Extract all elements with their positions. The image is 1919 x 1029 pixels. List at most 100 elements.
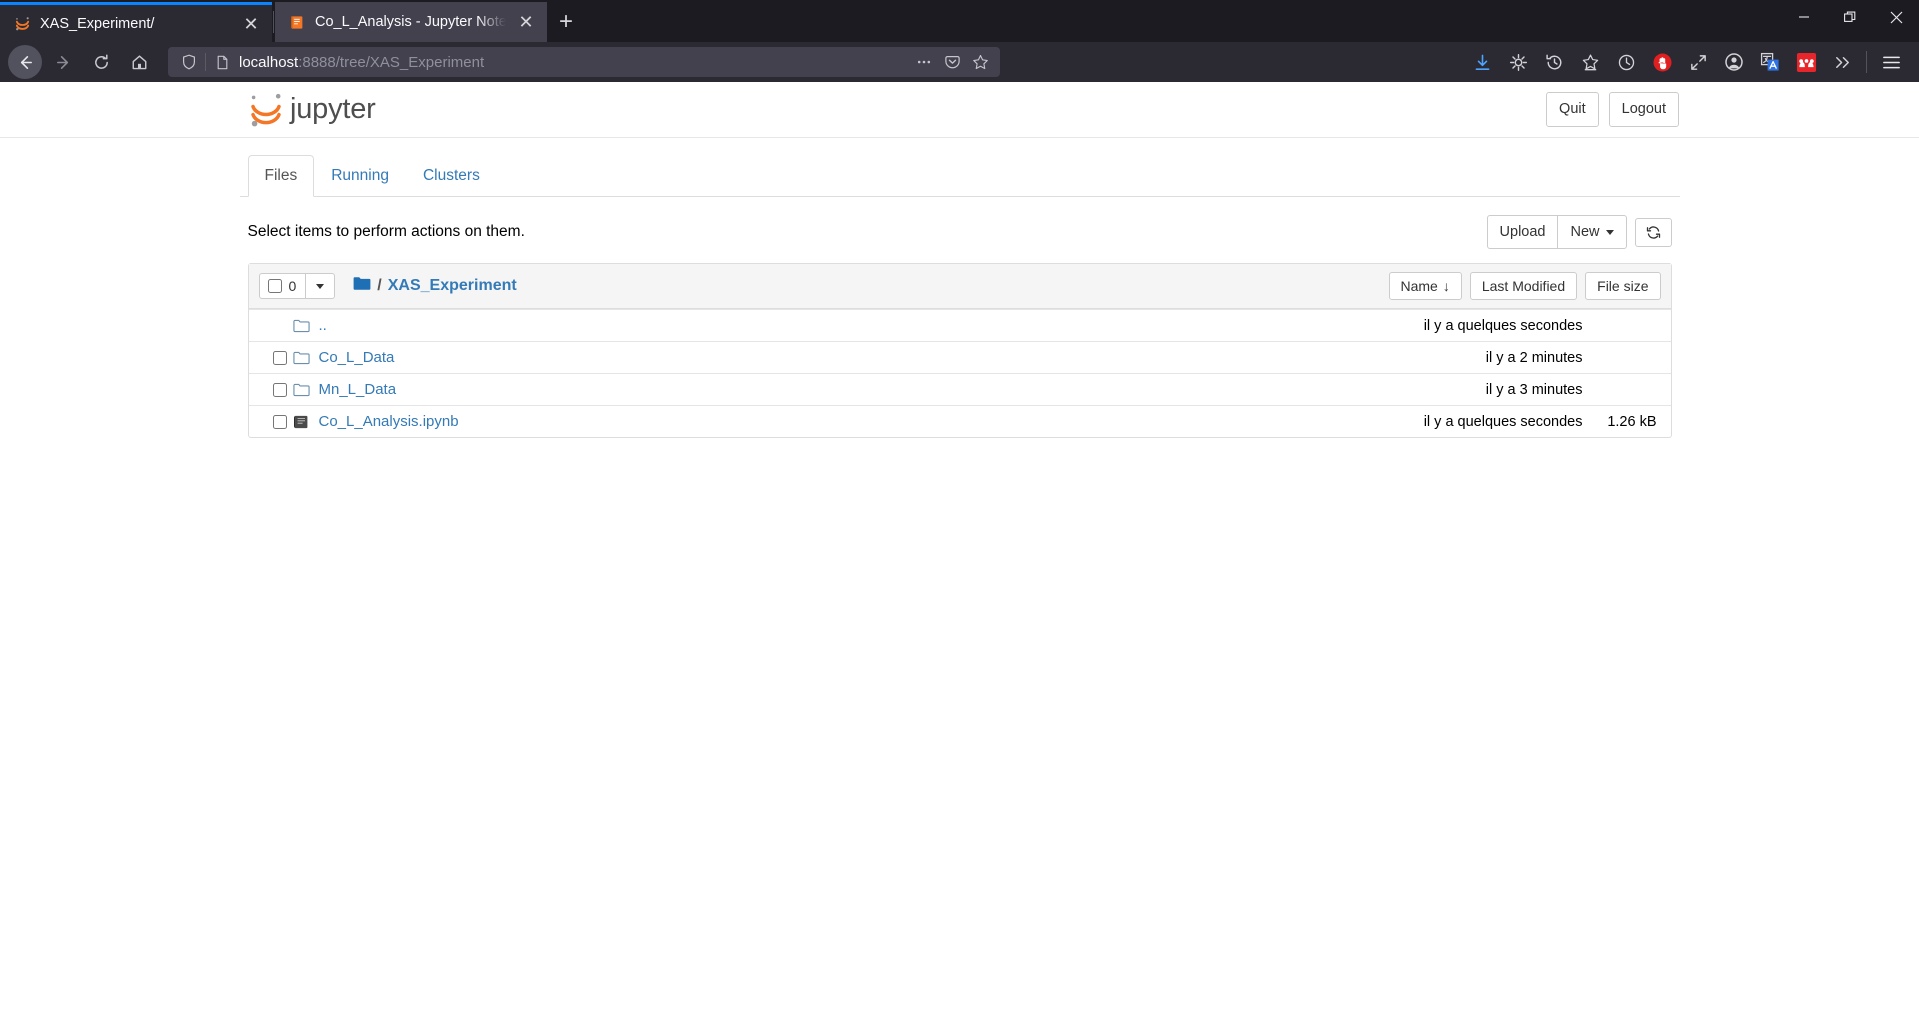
browser-tab-2-title: Co_L_Analysis - Jupyter Notebook xyxy=(315,14,506,30)
sort-desc-arrow-icon: ↓ xyxy=(1442,278,1450,295)
close-window-button[interactable] xyxy=(1873,0,1919,34)
bookmarks-icon[interactable] xyxy=(1572,46,1608,78)
breadcrumb-separator: / xyxy=(377,277,382,295)
sort-name-label: Name xyxy=(1400,278,1438,295)
folder-icon xyxy=(292,319,319,333)
breadcrumb: / XAS_Experiment xyxy=(353,276,517,296)
action-button-group: Upload New xyxy=(1486,215,1627,250)
row-checkbox[interactable] xyxy=(272,382,287,397)
file-name-link[interactable]: Mn_L_Data xyxy=(319,381,397,398)
clock-icon[interactable] xyxy=(1608,46,1644,78)
select-all-group: 0 xyxy=(258,273,336,300)
more-icon[interactable] xyxy=(910,49,938,75)
account-icon[interactable] xyxy=(1716,46,1752,78)
file-name-link[interactable]: .. xyxy=(319,317,327,334)
file-name-link[interactable]: Co_L_Analysis.ipynb xyxy=(319,413,459,430)
file-name-link[interactable]: Co_L_Data xyxy=(319,349,395,366)
table-row[interactable]: Mn_L_Data il y a 3 minutes xyxy=(248,373,1671,405)
file-list-container: 0 / XAS_Experiment Name ↓ Last Modified … xyxy=(247,263,1672,439)
jupyter-header: jupyter Quit Logout xyxy=(0,82,1919,138)
tab-files[interactable]: Files xyxy=(247,154,315,197)
select-all-dropdown-button[interactable] xyxy=(306,273,336,300)
row-checkbox[interactable] xyxy=(272,350,287,365)
jupyter-logo-text: jupyter xyxy=(290,93,376,125)
header-buttons: Quit Logout xyxy=(1546,92,1679,127)
url-actions xyxy=(910,49,994,75)
window-controls xyxy=(1781,0,1919,42)
history-icon[interactable] xyxy=(1536,46,1572,78)
upload-button[interactable]: Upload xyxy=(1486,215,1559,250)
jupyter-logo[interactable]: jupyter xyxy=(248,90,376,130)
forward-icon[interactable] xyxy=(46,45,80,79)
downloads-icon[interactable] xyxy=(1464,46,1500,78)
browser-tab-2[interactable]: Co_L_Analysis - Jupyter Notebook ✕ xyxy=(275,2,547,42)
folder-icon[interactable] xyxy=(353,276,371,296)
folder-icon xyxy=(292,351,319,365)
browser-tab-1-close-icon[interactable]: ✕ xyxy=(240,13,262,35)
minimize-button[interactable] xyxy=(1781,0,1827,34)
url-path: :8888/tree/XAS_Experiment xyxy=(298,53,485,71)
select-items-message: Select items to perform actions on them. xyxy=(247,223,525,241)
row-checkbox-cell[interactable] xyxy=(259,382,293,397)
folder-icon xyxy=(292,383,319,397)
new-button[interactable]: New xyxy=(1557,215,1627,250)
tab-clusters[interactable]: Clusters xyxy=(406,155,497,197)
notebook-icon xyxy=(289,14,306,31)
action-bar: Select items to perform actions on them.… xyxy=(240,197,1680,259)
tab-divider xyxy=(273,11,274,33)
row-checkbox[interactable] xyxy=(272,414,287,429)
browser-chrome: XAS_Experiment/ ✕ Co_L_Analysis - Jupyte… xyxy=(0,0,1919,82)
app-menu-icon[interactable] xyxy=(1873,46,1909,78)
breadcrumb-current[interactable]: XAS_Experiment xyxy=(388,277,517,295)
blocker-stop-icon[interactable] xyxy=(1644,46,1680,78)
jupyter-icon xyxy=(14,15,31,32)
home-icon[interactable] xyxy=(122,45,156,79)
url-bar[interactable]: localhost:8888/tree/XAS_Experiment xyxy=(168,47,1000,77)
table-row[interactable]: .. il y a quelques secondes xyxy=(248,309,1671,341)
sort-name-button[interactable]: Name ↓ xyxy=(1388,272,1462,301)
logout-button[interactable]: Logout xyxy=(1608,92,1679,127)
pocket-icon[interactable] xyxy=(938,49,966,75)
jupyter-logo-icon xyxy=(248,90,284,130)
browser-tab-1[interactable]: XAS_Experiment/ ✕ xyxy=(0,2,272,42)
file-list-toolbar: 0 / XAS_Experiment Name ↓ Last Modified … xyxy=(248,264,1671,310)
browser-tab-2-close-icon[interactable]: ✕ xyxy=(515,11,537,33)
reload-icon[interactable] xyxy=(84,45,118,79)
url-text[interactable]: localhost:8888/tree/XAS_Experiment xyxy=(235,54,910,71)
fullscreen-expand-icon[interactable] xyxy=(1680,46,1716,78)
select-all-checkbox-box[interactable]: 0 xyxy=(258,273,307,300)
toolbar-divider xyxy=(1866,51,1867,73)
row-checkbox-cell[interactable] xyxy=(259,414,293,429)
sort-filesize-button[interactable]: File size xyxy=(1585,272,1661,301)
translate-icon[interactable] xyxy=(1752,46,1788,78)
url-divider xyxy=(205,53,206,71)
quit-button[interactable]: Quit xyxy=(1546,92,1599,127)
shield-icon[interactable] xyxy=(176,49,202,75)
selected-count: 0 xyxy=(288,278,297,295)
restore-button[interactable] xyxy=(1827,0,1873,34)
navigation-bar: localhost:8888/tree/XAS_Experiment xyxy=(0,42,1919,82)
row-checkbox-cell[interactable] xyxy=(259,350,293,365)
new-button-label: New xyxy=(1570,224,1600,240)
refresh-button[interactable] xyxy=(1634,217,1672,247)
settings-gear-icon[interactable] xyxy=(1500,46,1536,78)
file-size: 1.26 kB xyxy=(1607,413,1657,430)
table-row[interactable]: Co_L_Data il y a 2 minutes xyxy=(248,341,1671,373)
file-modified: il y a quelques secondes xyxy=(1423,317,1583,334)
refresh-icon xyxy=(1646,225,1660,239)
chevron-down-icon xyxy=(316,283,325,289)
overflow-chevrons-icon[interactable] xyxy=(1824,46,1860,78)
url-host: localhost xyxy=(239,53,299,71)
select-all-checkbox[interactable] xyxy=(267,279,282,294)
table-row[interactable]: Co_L_Analysis.ipynb il y a quelques seco… xyxy=(248,405,1671,437)
jupyter-body: Files Running Clusters Select items to p… xyxy=(239,138,1680,439)
new-tab-button[interactable]: + xyxy=(547,4,585,40)
browser-toolbar-right xyxy=(1000,46,1911,78)
bookmark-star-icon[interactable] xyxy=(966,49,994,75)
mendeley-icon[interactable] xyxy=(1788,46,1824,78)
page-info-icon[interactable] xyxy=(209,49,235,75)
sort-modified-button[interactable]: Last Modified xyxy=(1469,272,1578,301)
back-icon[interactable] xyxy=(8,45,42,79)
tab-running[interactable]: Running xyxy=(314,155,406,197)
chevron-down-icon xyxy=(1605,229,1614,235)
